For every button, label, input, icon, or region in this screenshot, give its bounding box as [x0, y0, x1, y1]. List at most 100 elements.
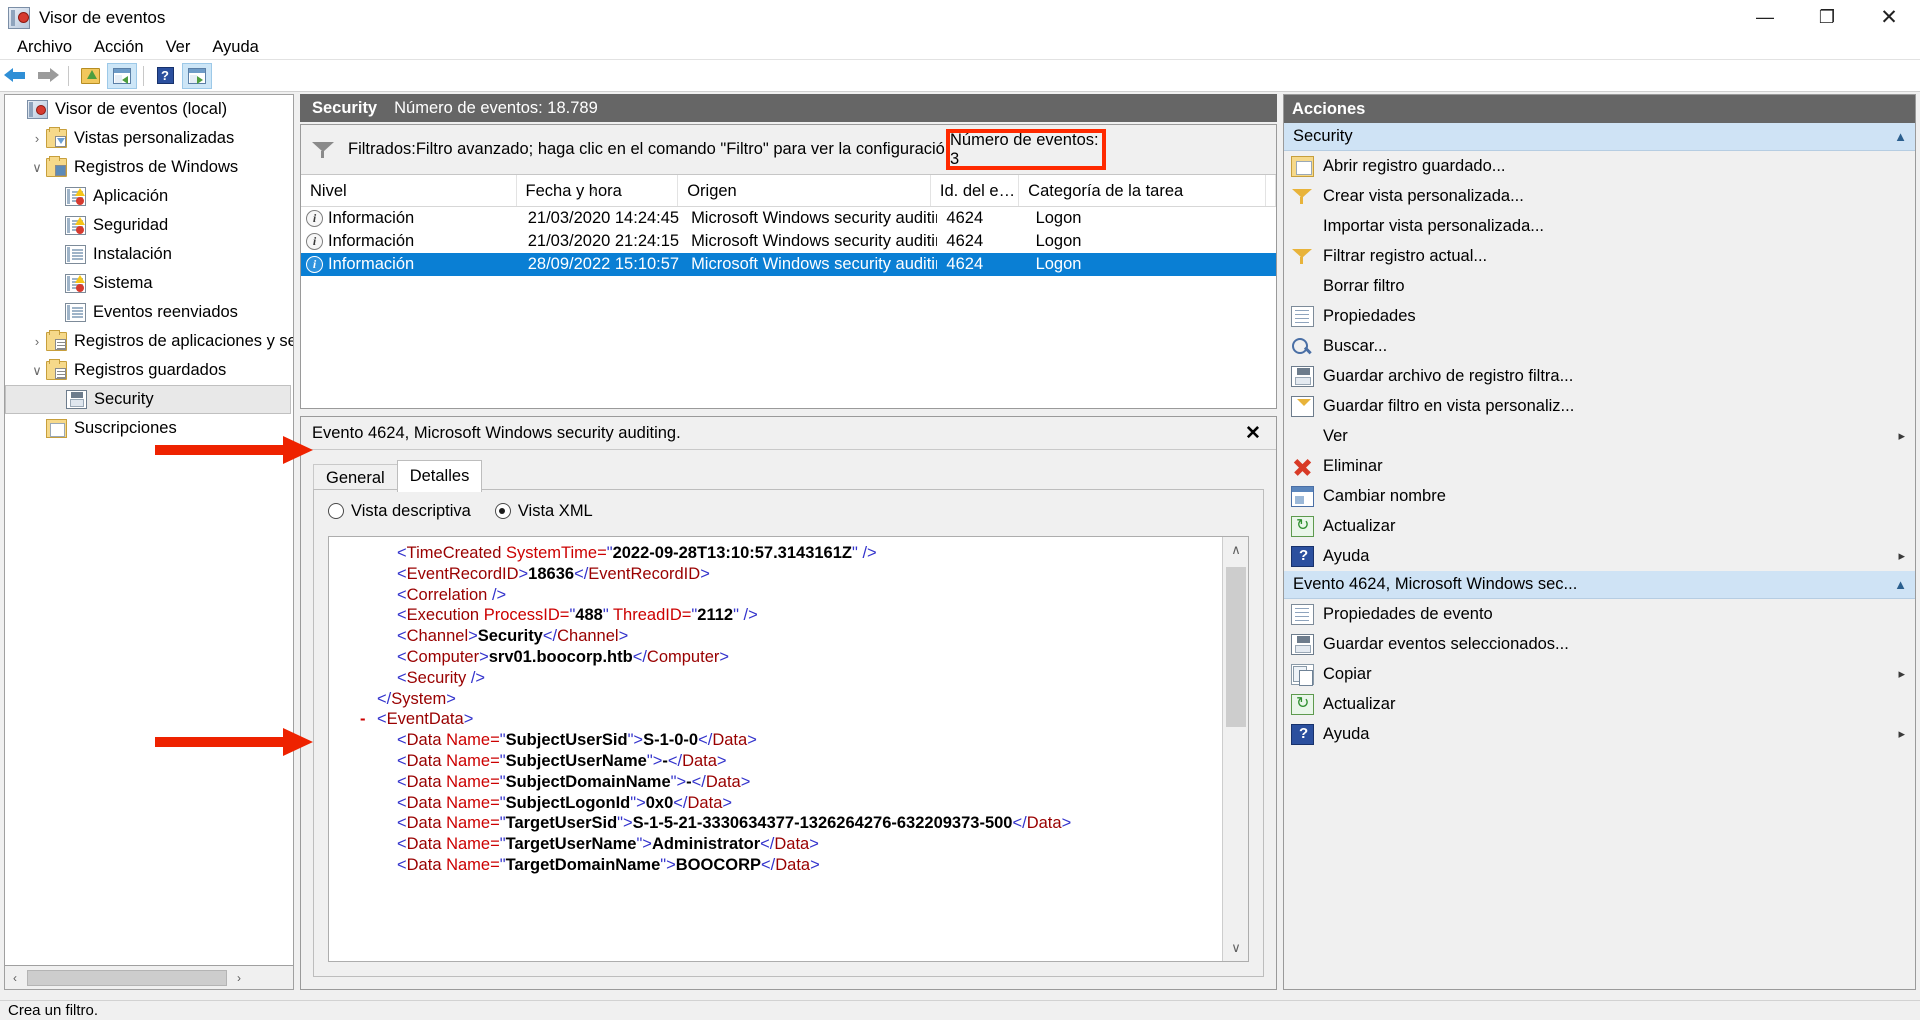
xml-token-br: >: [636, 793, 646, 812]
action-item-borrar-filtro[interactable]: Borrar filtro: [1284, 271, 1915, 301]
cell-level: i Información: [301, 253, 519, 276]
radio-vista-descriptiva[interactable]: Vista descriptiva: [328, 502, 471, 521]
tree-scroll-right-button[interactable]: ›: [229, 966, 249, 989]
grid-column-header-categor-a-de-la-tarea[interactable]: Categoría de la tarea: [1019, 175, 1266, 206]
filter-status-bar[interactable]: Filtrados:Filtro avanzado; haga clic en …: [301, 125, 1276, 175]
tree-scroll-thumb[interactable]: [27, 969, 227, 986]
tree-item-security[interactable]: ›Security: [5, 385, 291, 414]
table-row[interactable]: i Información 21/03/2020 21:24:15 Microsoft…: [301, 230, 1276, 253]
action-item-propiedades[interactable]: Propiedades: [1284, 301, 1915, 331]
tree-item-eventos-reenviados[interactable]: ›Eventos reenviados: [5, 298, 293, 327]
folder-filter-icon: [46, 127, 67, 148]
close-icon[interactable]: ✕: [1242, 422, 1264, 444]
toolbar: ?: [0, 60, 1920, 92]
collapse-toggle-icon[interactable]: -: [360, 709, 366, 730]
tree-item-registros-de-windows[interactable]: ∨ Registros de Windows: [5, 153, 293, 182]
action-item-copiar[interactable]: Copiar ▸: [1284, 659, 1915, 689]
radio-vista-xml[interactable]: Vista XML: [494, 502, 593, 521]
open-folder-button[interactable]: [75, 63, 105, 89]
window-title: Visor de eventos: [39, 7, 166, 27]
grid-column-header-origen[interactable]: Origen: [678, 175, 931, 206]
table-row[interactable]: i Información 28/09/2022 15:10:57 Microsoft…: [301, 253, 1276, 276]
cell-level: i Información: [301, 230, 519, 253]
xml-token-br: </: [667, 751, 683, 770]
xml-token-tag: Data: [406, 835, 447, 854]
xml-view-box[interactable]: <TimeCreated SystemTime="2022-09-28T13:1…: [328, 536, 1249, 962]
chevron-down-icon[interactable]: ∨: [28, 160, 46, 176]
action-item-cambiar-nombre[interactable]: Cambiar nombre: [1284, 481, 1915, 511]
grid-column-header-fecha-y-hora[interactable]: ˄ Fecha y hora: [517, 175, 679, 206]
radio-unselected-icon: [328, 503, 344, 519]
show-console-tree-button[interactable]: [107, 62, 137, 89]
action-item-crear-vista-personalizada[interactable]: Crear vista personalizada...: [1284, 181, 1915, 211]
xml-scroll-thumb[interactable]: [1226, 567, 1246, 727]
forward-button[interactable]: [32, 63, 62, 89]
tree-item-sistema[interactable]: ›Sistema: [5, 269, 293, 298]
back-button[interactable]: [0, 63, 30, 89]
help-button[interactable]: ?: [150, 63, 180, 89]
xml-vertical-scrollbar[interactable]: ∧ ∨: [1222, 537, 1248, 961]
xml-scroll-down-button[interactable]: ∨: [1223, 935, 1248, 961]
action-item-filtrar-registro-actual[interactable]: Filtrar registro actual...: [1284, 241, 1915, 271]
actions-body[interactable]: Security ▲ Abrir registro guardado... Crear…: [1284, 123, 1915, 749]
chevron-right-icon[interactable]: ›: [28, 131, 46, 146]
minimize-button[interactable]: —: [1734, 0, 1796, 35]
tree-horizontal-scrollbar[interactable]: ‹ ›: [4, 966, 294, 990]
menu-item-ayuda[interactable]: Ayuda: [201, 35, 270, 60]
tab-general[interactable]: General: [313, 464, 398, 492]
submenu-arrow-icon[interactable]: ▸: [1898, 548, 1905, 564]
view-mode-radio-group[interactable]: Vista descriptiva Vista XML: [314, 490, 1263, 532]
tree-item-instalaci-n[interactable]: ›Instalación: [5, 240, 293, 269]
xml-line: <Data Name="TargetDomainName">BOOCORP</D…: [377, 855, 1218, 876]
action-item-guardar-filtro-en-vista-personaliz[interactable]: Guardar filtro en vista personaliz...: [1284, 391, 1915, 421]
action-item-actualizar[interactable]: Actualizar: [1284, 689, 1915, 719]
tree-item-registros-guardados[interactable]: ∨ Registros guardados: [5, 356, 293, 385]
tree-item-aplicaci-n[interactable]: ›Aplicación: [5, 182, 293, 211]
submenu-arrow-icon[interactable]: ▸: [1898, 726, 1905, 742]
chevron-down-icon[interactable]: ∨: [28, 363, 46, 379]
event-grid-header[interactable]: Nivel ˄ Fecha y hora Origen Id. del e… Catego…: [301, 175, 1276, 207]
action-item-buscar[interactable]: Buscar...: [1284, 331, 1915, 361]
action-item-guardar-archivo-de-registro-filtra[interactable]: Guardar archivo de registro filtra...: [1284, 361, 1915, 391]
action-item-abrir-registro-guardado[interactable]: Abrir registro guardado...: [1284, 151, 1915, 181]
grid-column-header-id-del-e[interactable]: Id. del e…: [931, 175, 1020, 206]
chevron-up-icon[interactable]: ▲: [1894, 577, 1907, 592]
close-button[interactable]: ✕: [1858, 0, 1920, 35]
event-grid-body[interactable]: i Información 21/03/2020 14:24:45 Microsoft…: [301, 207, 1276, 276]
submenu-arrow-icon[interactable]: ▸: [1898, 666, 1905, 682]
action-item-propiedades-de-evento[interactable]: Propiedades de evento: [1284, 599, 1915, 629]
tree-item-registros-de-aplicaciones-y-se[interactable]: › Registros de aplicaciones y se: [5, 327, 293, 356]
table-row[interactable]: i Información 21/03/2020 14:24:45 Microsoft…: [301, 207, 1276, 230]
grid-column-header-nivel[interactable]: Nivel: [301, 175, 517, 206]
action-item-importar-vista-personalizada[interactable]: Importar vista personalizada...: [1284, 211, 1915, 241]
xml-scroll-up-button[interactable]: ∧: [1223, 537, 1248, 563]
show-action-pane-button[interactable]: [182, 62, 212, 89]
tree-item-seguridad[interactable]: ›Seguridad: [5, 211, 293, 240]
actions-group-header-security[interactable]: Security ▲: [1284, 123, 1915, 151]
maximize-button[interactable]: ❐: [1796, 0, 1858, 35]
action-item-ayuda[interactable]: Ayuda ▸: [1284, 719, 1915, 749]
menu-item-archivo[interactable]: Archivo: [6, 35, 83, 60]
tree-item-suscripciones[interactable]: ›Suscripciones: [5, 414, 293, 443]
chevron-right-icon[interactable]: ›: [28, 334, 46, 349]
action-item-actualizar[interactable]: Actualizar: [1284, 511, 1915, 541]
tab-detalles[interactable]: Detalles: [396, 460, 483, 492]
action-item-ayuda[interactable]: Ayuda ▸: [1284, 541, 1915, 571]
tree-item-vistas-personalizadas[interactable]: › Vistas personalizadas: [5, 124, 293, 153]
xml-token-tag: Data: [774, 835, 810, 854]
chevron-up-icon[interactable]: ▲: [1894, 129, 1907, 144]
detail-tabs[interactable]: General Detalles: [301, 460, 1276, 492]
tree-item-visor-de-eventos-local[interactable]: ›Visor de eventos (local): [5, 95, 293, 124]
submenu-arrow-icon[interactable]: ▸: [1898, 428, 1905, 444]
action-item-guardar-eventos-seleccionados[interactable]: Guardar eventos seleccionados...: [1284, 629, 1915, 659]
action-item-eliminar[interactable]: Eliminar: [1284, 451, 1915, 481]
menu-item-accion[interactable]: Acción: [83, 35, 155, 60]
grid-column-header-label: Nivel: [310, 182, 347, 200]
xml-token-br: <: [397, 585, 407, 604]
console-tree[interactable]: ›Visor de eventos (local)›Vistas persona…: [4, 94, 294, 966]
tree-scroll-left-button[interactable]: ‹: [5, 966, 25, 989]
xml-token-br: </: [691, 772, 706, 791]
menu-item-ver[interactable]: Ver: [155, 35, 202, 60]
action-item-ver[interactable]: Ver ▸: [1284, 421, 1915, 451]
actions-group-header-event[interactable]: Evento 4624, Microsoft Windows sec... ▲: [1284, 571, 1915, 599]
